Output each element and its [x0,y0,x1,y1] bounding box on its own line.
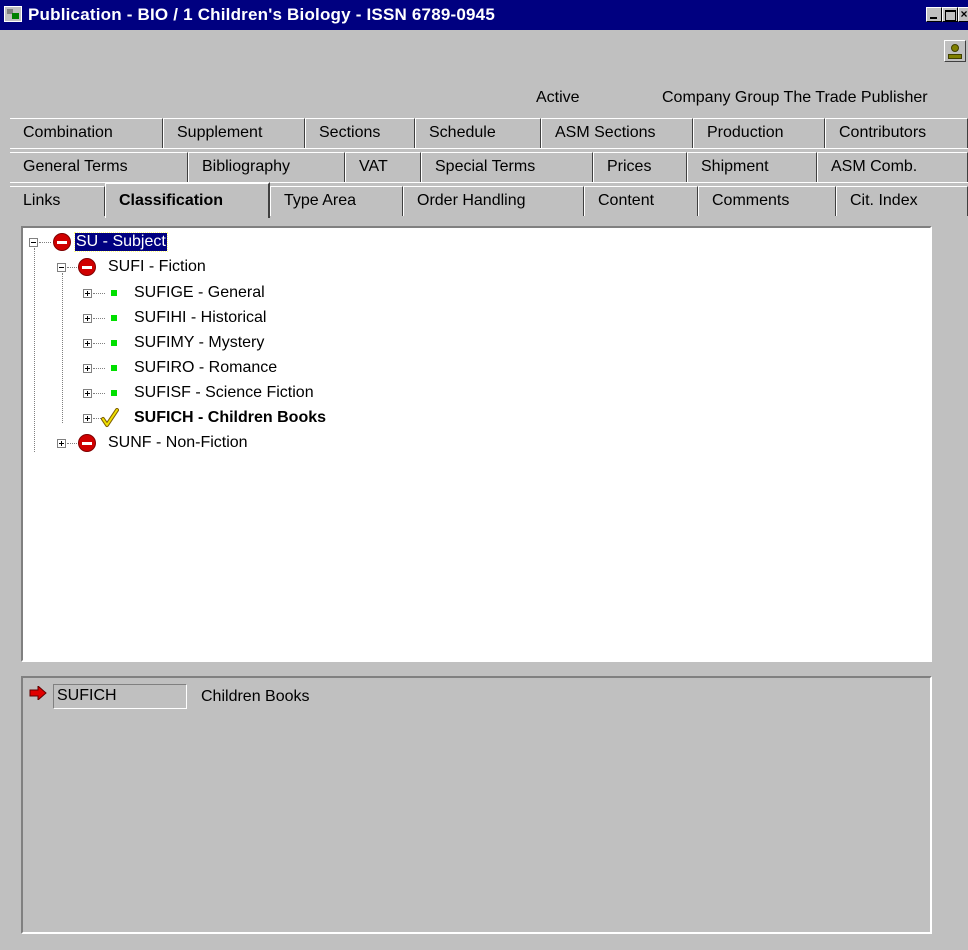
tab-cit-index[interactable]: Cit. Index [836,186,968,216]
tree-node-label: SUFICH - Children Books [134,409,327,426]
expand-icon[interactable] [83,414,92,423]
green-dot-icon [111,290,117,296]
expand-icon[interactable] [83,389,92,398]
tree-node-label: SUFIRO - Romance [134,359,278,376]
tab-special-terms[interactable]: Special Terms [421,152,593,182]
tree-node-label: SUNF - Non-Fiction [108,434,248,451]
tab-row-1: Combination Supplement Sections Schedule… [10,118,968,148]
maximize-button[interactable] [942,7,958,22]
tab-combination[interactable]: Combination [10,118,163,148]
collapse-icon[interactable] [29,238,38,247]
tab-row-3: Links Classification Type Area Order Han… [10,182,968,218]
green-dot-icon [111,340,117,346]
tree-line [34,248,35,452]
stamp-button[interactable] [944,40,966,62]
tab-prices[interactable]: Prices [593,152,687,182]
tab-order-handling[interactable]: Order Handling [403,186,584,216]
tree-line [93,293,105,294]
tree-line [67,267,77,268]
no-entry-icon [78,258,96,276]
arrow-right-icon [29,686,47,700]
stamp-icon [951,44,959,52]
tree-line [39,242,51,243]
status-active: Active [536,89,580,106]
minimize-button[interactable] [926,7,942,22]
tab-links[interactable]: Links [10,186,105,216]
tab-sections[interactable]: Sections [305,118,415,148]
tab-asm-sections[interactable]: ASM Sections [541,118,693,148]
tree-line [93,393,105,394]
tab-row-divider [10,148,968,149]
expand-icon[interactable] [57,439,66,448]
tab-row-2: General Terms Bibliography VAT Special T… [10,152,968,182]
expand-icon[interactable] [83,314,92,323]
tab-shipment[interactable]: Shipment [687,152,817,182]
tab-contributors[interactable]: Contributors [825,118,968,148]
classification-tree[interactable]: SU - Subject SUFI - Fiction SUFIGE - Gen… [21,226,932,662]
tab-general-terms[interactable]: General Terms [10,152,188,182]
classification-code-field[interactable]: SUFICH [53,684,187,709]
detail-panel: SUFICH Children Books [21,676,932,934]
tree-node-label: SUFISF - Science Fiction [134,384,314,401]
expand-icon[interactable] [83,289,92,298]
window-title: Publication - BIO / 1 Children's Biology… [28,5,495,24]
company-group: Company Group The Trade Publisher [662,89,928,106]
collapse-icon[interactable] [57,263,66,272]
tree-node-label: SUFIGE - General [134,284,265,301]
tree-node-label: SUFIHI - Historical [134,309,267,326]
expand-icon[interactable] [83,339,92,348]
tab-classification[interactable]: Classification [105,182,270,218]
tab-asm-comb[interactable]: ASM Comb. [817,152,968,182]
classification-description: Children Books [201,688,310,705]
stamp-icon-base [948,54,962,59]
tab-bibliography[interactable]: Bibliography [188,152,345,182]
tree-node-label: SUFI - Fiction [108,258,206,275]
green-dot-icon [111,365,117,371]
no-entry-icon [53,233,71,251]
tree-node-label: SUFIMY - Mystery [134,334,265,351]
tab-vat[interactable]: VAT [345,152,421,182]
tree-line [93,368,105,369]
tab-production[interactable]: Production [693,118,825,148]
tree-line [67,443,77,444]
check-icon [101,408,119,427]
tab-supplement[interactable]: Supplement [163,118,305,148]
tab-type-area[interactable]: Type Area [270,186,403,216]
tab-comments[interactable]: Comments [698,186,836,216]
close-button[interactable]: × [958,7,968,22]
tab-schedule[interactable]: Schedule [415,118,541,148]
tree-line [93,318,105,319]
title-bar: Publication - BIO / 1 Children's Biology… [0,0,968,30]
green-dot-icon [111,390,117,396]
tree-line [62,273,63,423]
tab-content[interactable]: Content [584,186,698,216]
no-entry-icon [78,434,96,452]
expand-icon[interactable] [83,364,92,373]
green-dot-icon [111,315,117,321]
tree-line [93,418,101,419]
tree-line [93,343,105,344]
tree-node-label: SU - Subject [74,232,168,252]
app-icon[interactable] [4,6,22,22]
